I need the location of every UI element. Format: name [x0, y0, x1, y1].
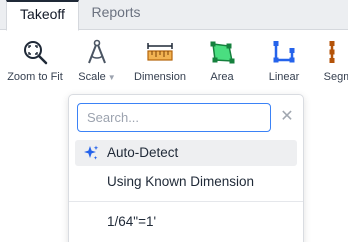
menu-item-auto-detect[interactable]: Auto-Detect [75, 140, 297, 166]
zoom-to-fit-button[interactable]: Zoom to Fit [0, 31, 70, 93]
tab-bar: Takeoff Reports [0, 0, 348, 31]
scale-label: Scale ▼ [72, 71, 122, 83]
menu-item-label: 1/64"=1' [107, 214, 157, 229]
area-polygon-icon [210, 41, 235, 64]
menu-divider [69, 201, 303, 202]
area-label: Area [210, 71, 234, 83]
close-icon[interactable]: ✕ [277, 107, 297, 127]
zoom-to-fit-icon [24, 41, 48, 65]
scale-button[interactable]: Scale ▼ [72, 31, 122, 93]
tab-takeoff[interactable]: Takeoff [6, 0, 79, 31]
segment-label: Segm [323, 71, 348, 83]
zoom-to-fit-label: Zoom to Fit [7, 71, 63, 83]
ruler-dimension-icon [147, 43, 173, 61]
scale-label-text: Scale [78, 71, 106, 83]
segment-icon [329, 41, 335, 63]
toolbar: Zoom to Fit Scale ▼ Dimension Area Linea… [0, 31, 348, 93]
chevron-down-icon: ▼ [107, 73, 116, 82]
menu-item-label: Using Known Dimension [107, 174, 255, 189]
search-input[interactable] [77, 103, 271, 132]
sparkle-icon [84, 145, 99, 160]
dimension-label: Dimension [134, 71, 186, 83]
scale-dropdown-menu: ✕ Auto-Detect Using Known Dimension 1/64… [68, 94, 304, 242]
tab-reports[interactable]: Reports [80, 0, 152, 30]
menu-item-scale-preset[interactable]: 1/64"=1' [75, 209, 297, 235]
menu-item-known-dimension[interactable]: Using Known Dimension [75, 169, 297, 195]
linear-label: Linear [268, 71, 300, 83]
linear-icon [273, 41, 295, 63]
segment-button[interactable]: Segm [318, 31, 348, 93]
menu-item-label: Auto-Detect [107, 145, 179, 160]
compass-icon [88, 39, 106, 64]
linear-button[interactable]: Linear [259, 31, 309, 93]
dimension-button[interactable]: Dimension [126, 31, 194, 93]
area-button[interactable]: Area [198, 31, 246, 93]
